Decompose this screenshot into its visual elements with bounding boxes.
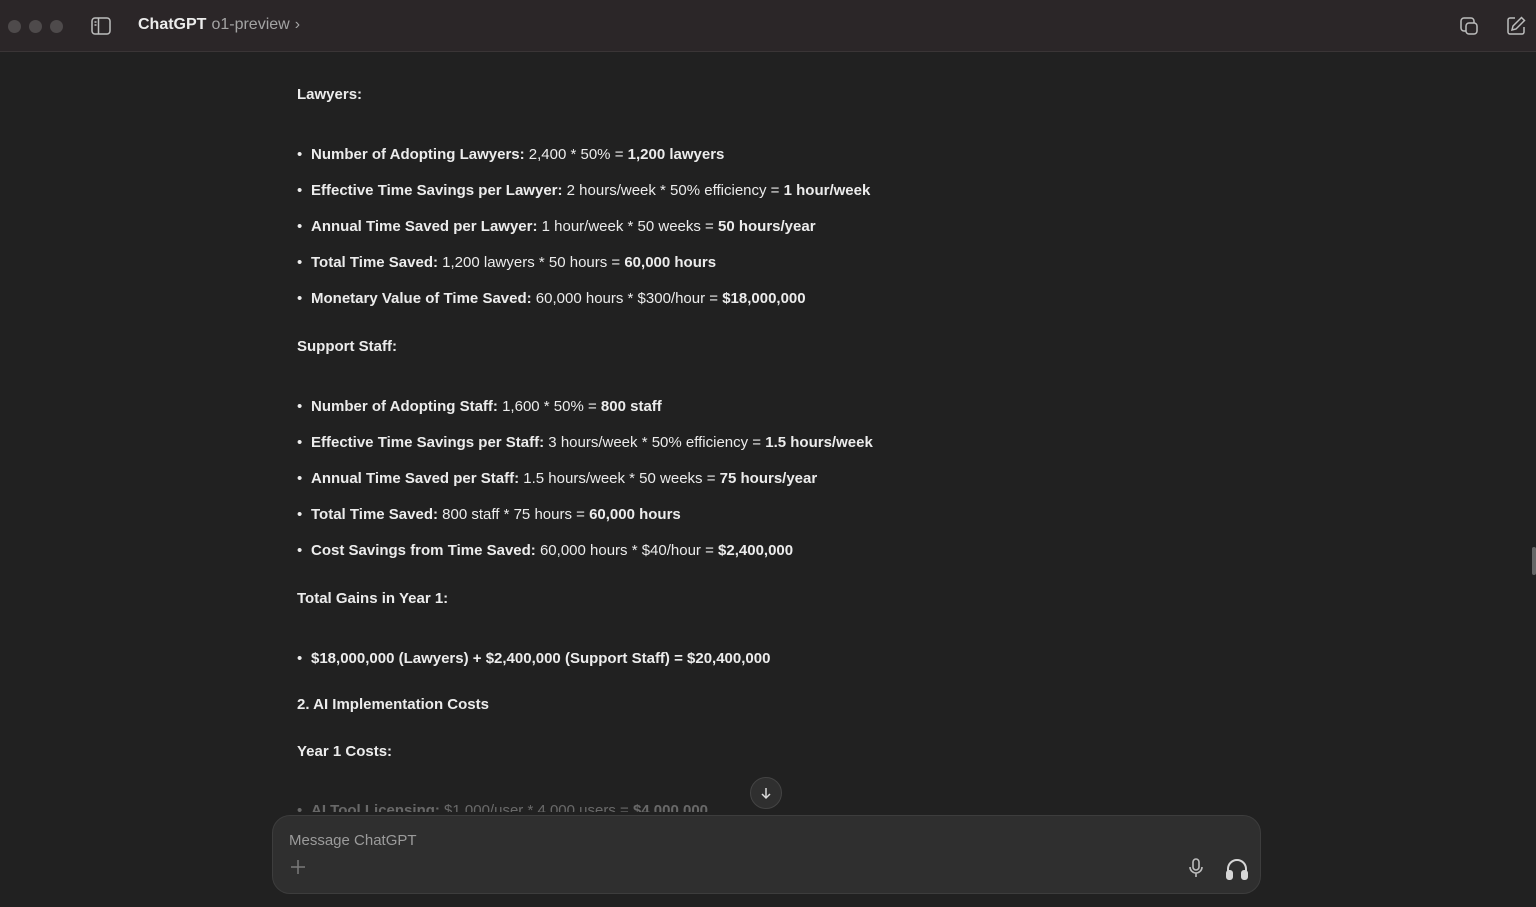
- app-name: ChatGPT: [138, 16, 207, 33]
- scroll-to-bottom-button[interactable]: [750, 777, 782, 809]
- window-zoom-button[interactable]: [50, 20, 63, 33]
- scrollbar-handle[interactable]: [1532, 547, 1536, 575]
- microphone-icon[interactable]: [1186, 857, 1206, 879]
- list-item: • AI Tool Licensing: $1,000/user * 4,000 …: [297, 802, 709, 812]
- list-item: • Total Time Saved: 800 staff * 75 hours …: [297, 506, 681, 523]
- list-item: • Number of Adopting Staff: 1,600 * 50% =…: [297, 398, 662, 415]
- chevron-right-icon: ›: [294, 16, 301, 33]
- arrow-down-icon: [761, 788, 771, 800]
- list-item: • Annual Time Saved per Staff: 1.5 hours/…: [297, 470, 818, 487]
- list-item: • Effective Time Savings per Staff: 3 hou…: [297, 434, 873, 451]
- list-item: • Total Time Saved: 1,200 lawyers * 50 ho…: [297, 254, 717, 271]
- total-gains-heading: Total Gains in Year 1:: [297, 590, 449, 607]
- new-window-icon[interactable]: [1458, 15, 1480, 37]
- title-bar: ChatGPT o1-preview ›: [0, 0, 1536, 52]
- assistant-message: Lawyers: • Number of Adopting Lawyers: 2,…: [297, 52, 1257, 812]
- year1-costs-heading: Year 1 Costs:: [297, 743, 393, 760]
- compose-icon[interactable]: [1505, 15, 1527, 37]
- window-close-button[interactable]: [8, 20, 21, 33]
- support-staff-heading: Support Staff:: [297, 338, 397, 355]
- lawyers-heading: Lawyers:: [297, 86, 363, 103]
- section-heading: 2. AI Implementation Costs: [297, 696, 489, 713]
- sidebar-toggle-icon[interactable]: [90, 16, 112, 36]
- message-input[interactable]: Message ChatGPT: [289, 832, 417, 849]
- list-item: • Cost Savings from Time Saved: 60,000 ho…: [297, 542, 794, 559]
- list-item: • $18,000,000 (Lawyers) + $2,400,000 (Sup…: [297, 650, 771, 667]
- plus-icon[interactable]: [289, 858, 307, 876]
- list-item: • Monetary Value of Time Saved: 60,000 ho…: [297, 290, 806, 307]
- message-composer[interactable]: Message ChatGPT: [272, 815, 1261, 894]
- headphones-icon[interactable]: [1224, 856, 1250, 882]
- model-selector[interactable]: ChatGPT o1-preview ›: [138, 16, 300, 34]
- window-minimize-button[interactable]: [29, 20, 42, 33]
- list-item: • Number of Adopting Lawyers: 2,400 * 50%…: [297, 146, 725, 163]
- model-name: o1-preview: [211, 16, 290, 33]
- list-item: • Effective Time Savings per Lawyer: 2 ho…: [297, 182, 871, 199]
- list-item: • Annual Time Saved per Lawyer: 1 hour/we…: [297, 218, 816, 235]
